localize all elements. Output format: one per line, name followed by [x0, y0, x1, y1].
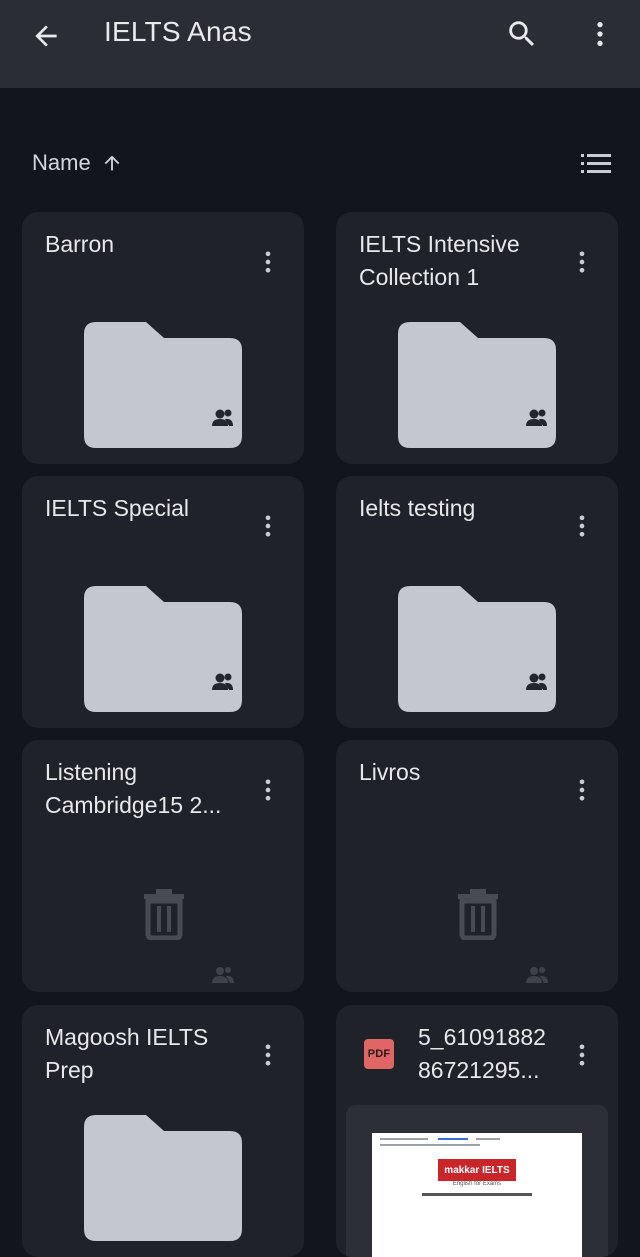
item-more-button[interactable]	[562, 506, 602, 546]
more-vert-icon	[579, 515, 585, 537]
more-options-button[interactable]	[578, 12, 622, 56]
arrow-back-icon	[35, 25, 57, 47]
folder-name: Barron	[45, 231, 115, 257]
folder-name: Livros	[359, 759, 421, 785]
folder-card[interactable]: IELTS Intensive Collection 1	[336, 212, 618, 464]
back-button[interactable]	[22, 14, 70, 58]
more-vert-icon	[265, 515, 271, 537]
folder-card[interactable]: IELTS Special	[22, 476, 304, 728]
folder-icon	[84, 1115, 242, 1241]
app-bar: IELTS Anas	[0, 0, 640, 88]
more-vert-icon	[265, 251, 271, 273]
list-view-toggle[interactable]	[576, 148, 616, 180]
more-vert-icon	[579, 779, 585, 801]
item-more-button[interactable]	[248, 242, 288, 282]
file-name: 5_61091882 86721295...	[418, 1021, 558, 1087]
folder-card[interactable]: Ielts testing	[336, 476, 618, 728]
folder-card[interactable]: Magoosh IELTS Prep	[22, 1005, 304, 1257]
shared-folder-icon	[398, 322, 556, 448]
item-more-button[interactable]	[562, 242, 602, 282]
shared-folder-icon	[398, 586, 556, 712]
trashed-folder-card[interactable]: Listening Cambridge15 2...	[22, 740, 304, 992]
item-more-button[interactable]	[248, 770, 288, 810]
sort-bar: Name	[0, 140, 640, 188]
more-vert-icon	[265, 1044, 271, 1066]
sort-label: Name	[32, 150, 91, 175]
item-more-button[interactable]	[248, 506, 288, 546]
arrow-up-icon	[104, 155, 120, 171]
item-more-button[interactable]	[562, 1035, 602, 1075]
more-vert-icon	[579, 251, 585, 273]
trash-icon	[458, 889, 498, 940]
trash-icon	[144, 889, 184, 940]
thumbnail-logo-subtitle: English for Exams	[452, 1181, 502, 1187]
item-more-button[interactable]	[248, 1035, 288, 1075]
shared-folder-icon	[84, 322, 242, 448]
trashed-folder-card[interactable]: Livros	[336, 740, 618, 992]
search-icon	[509, 21, 535, 47]
more-vert-icon	[265, 779, 271, 801]
list-view-icon	[581, 154, 611, 173]
folder-name: Magoosh IELTS Prep	[45, 1024, 209, 1083]
folder-card[interactable]: Barron	[22, 212, 304, 464]
pdf-file-card[interactable]: PDF 5_61091882 86721295... makkar IELTS …	[336, 1005, 618, 1257]
thumbnail-logo: makkar IELTS	[438, 1159, 516, 1181]
item-more-button[interactable]	[562, 770, 602, 810]
folder-name: Listening Cambridge15 2...	[45, 759, 222, 818]
file-name-line2: 86721295...	[418, 1057, 540, 1083]
folder-name: Ielts testing	[359, 495, 476, 521]
folder-name: IELTS Special	[45, 495, 190, 521]
folder-name: IELTS Intensive Collection 1	[359, 231, 520, 290]
thumbnail-page: makkar IELTS English for Exams	[372, 1133, 582, 1257]
pdf-icon: PDF	[364, 1039, 394, 1069]
more-vert-icon	[597, 22, 603, 46]
file-thumbnail: makkar IELTS English for Exams	[346, 1105, 608, 1257]
sort-button[interactable]: Name	[32, 150, 123, 176]
file-name-line1: 5_61091882	[418, 1024, 546, 1050]
page-title: IELTS Anas	[104, 16, 252, 47]
shared-icon	[212, 967, 234, 983]
search-button[interactable]	[500, 12, 544, 56]
shared-folder-icon	[84, 586, 242, 712]
more-vert-icon	[579, 1044, 585, 1066]
shared-icon	[526, 967, 548, 983]
